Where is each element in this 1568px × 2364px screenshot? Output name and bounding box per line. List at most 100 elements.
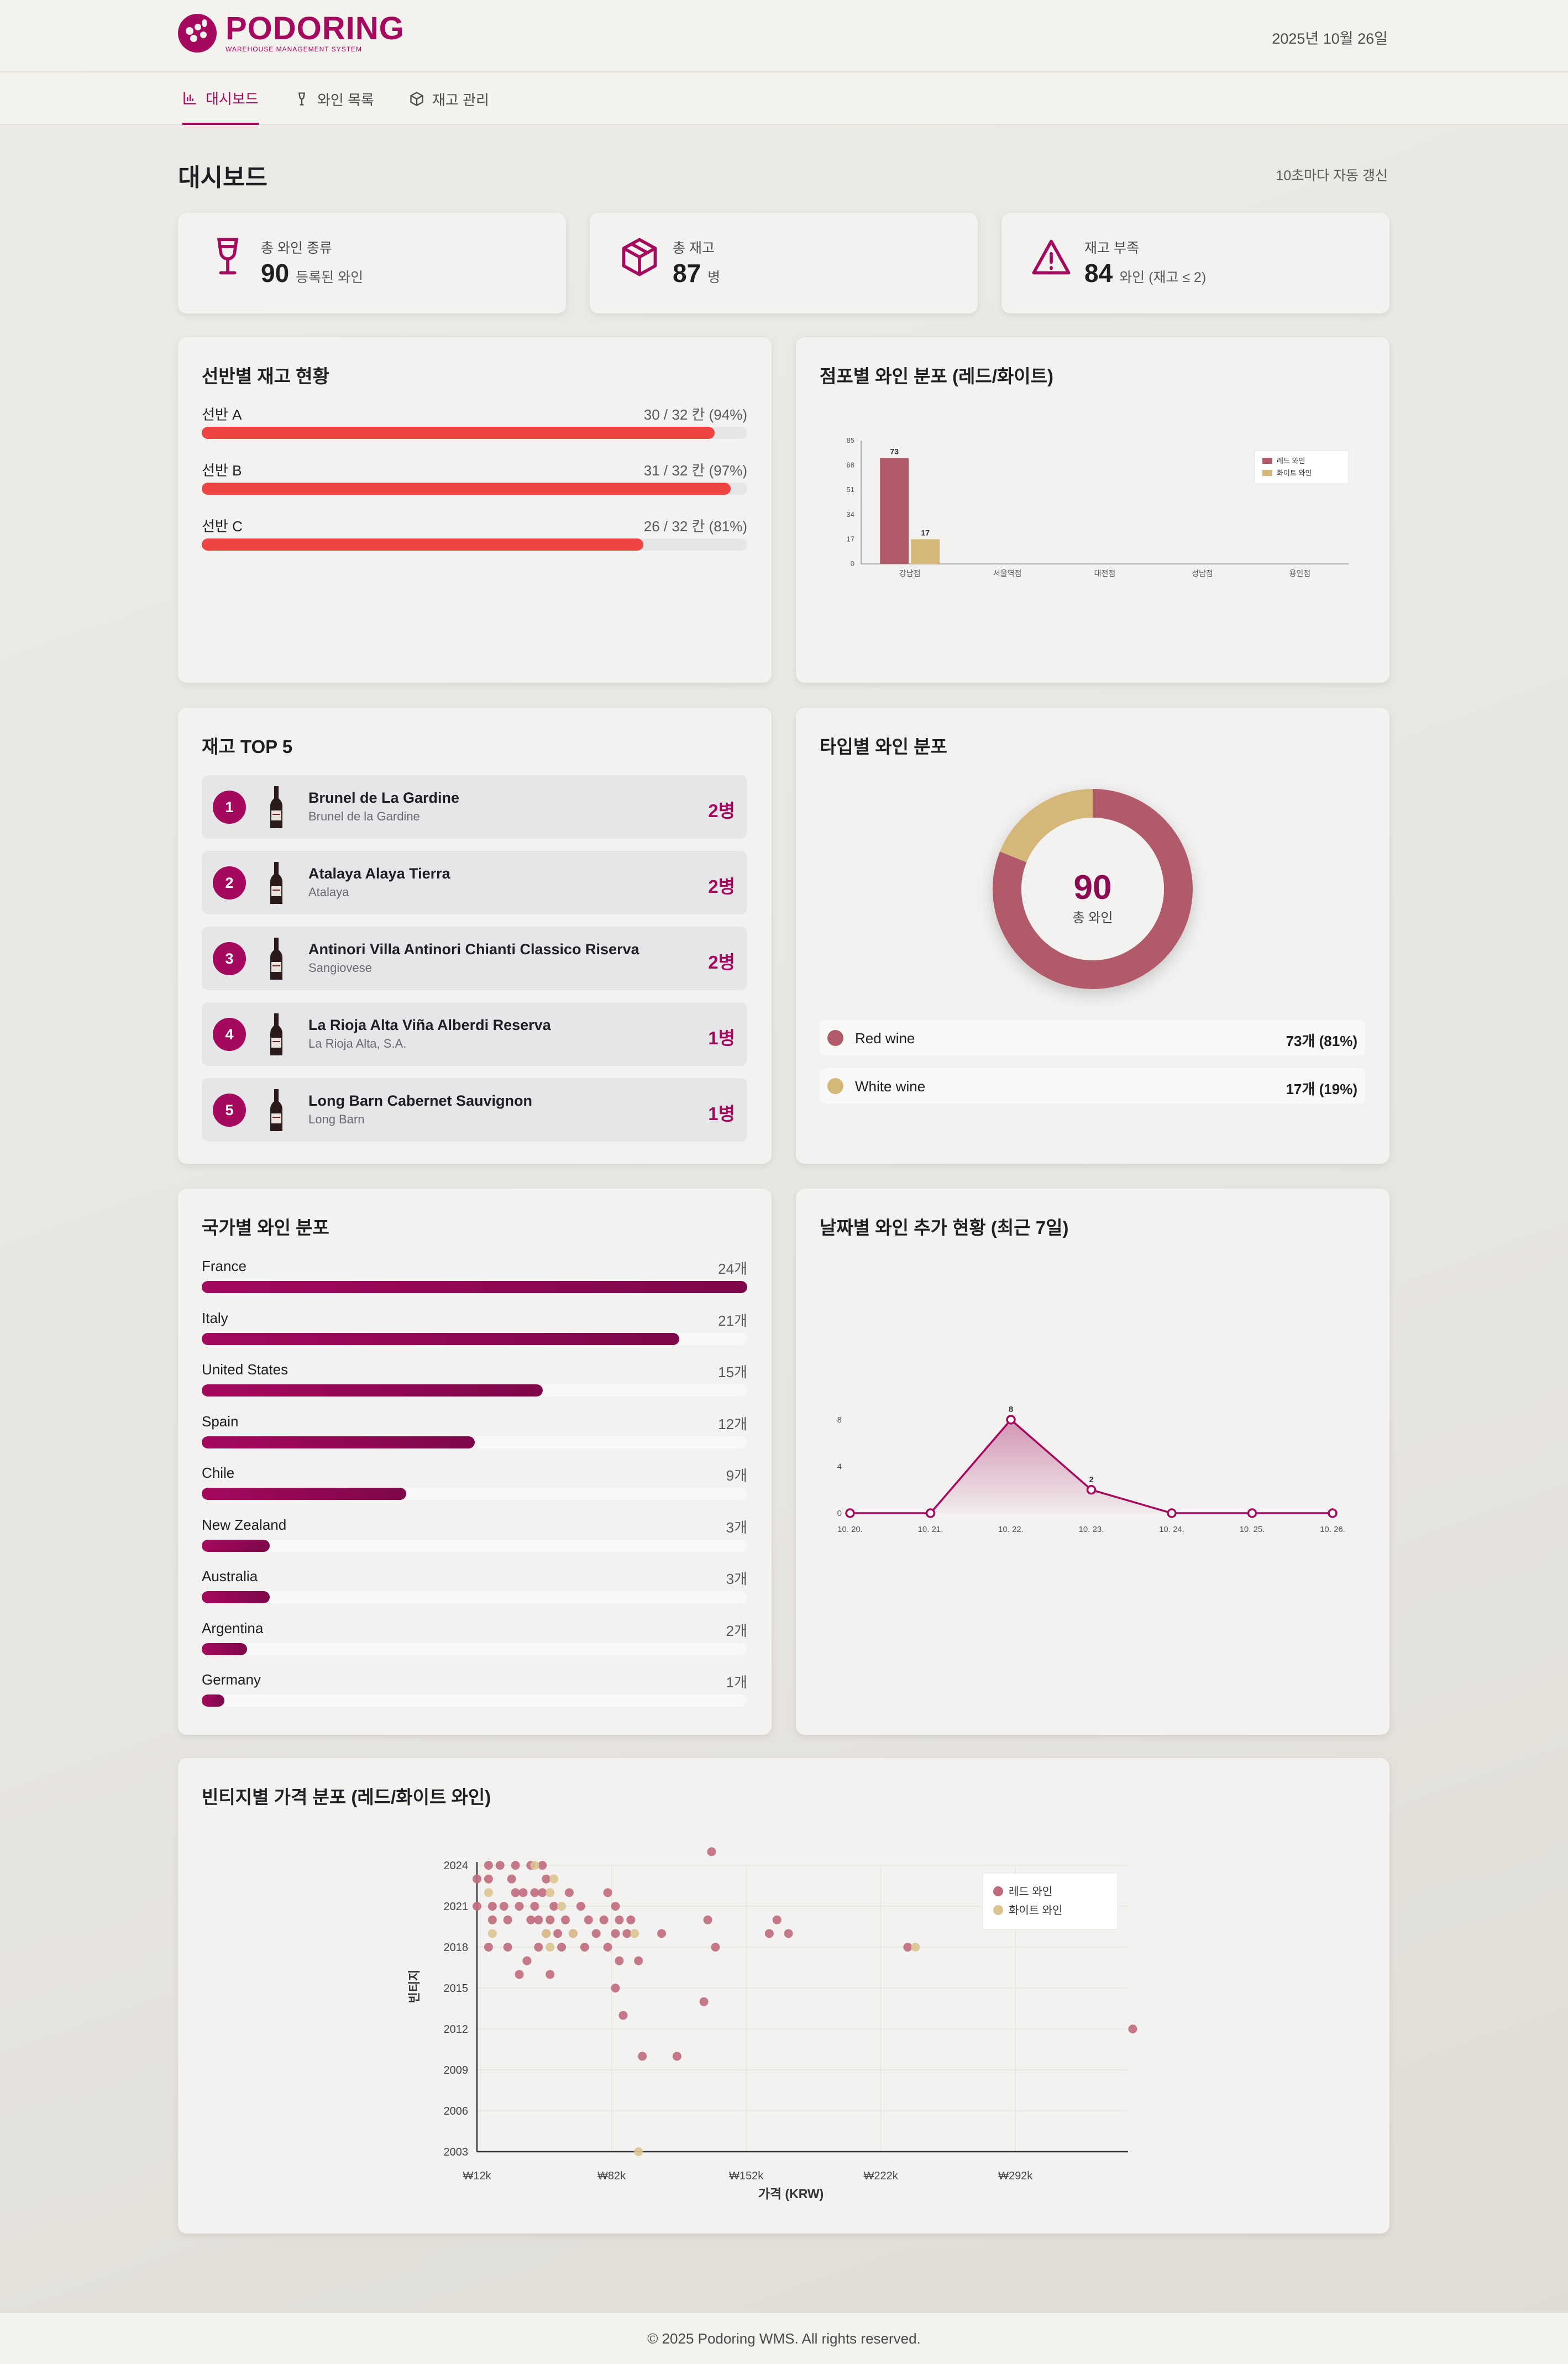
country-bar-track (202, 1332, 747, 1345)
country-row: Argentina 2개 (202, 1619, 747, 1655)
red-wine-point (784, 1929, 793, 1938)
white-wine-point (634, 2147, 643, 2156)
wine-bottle-icon (268, 1088, 285, 1135)
store-bar-chart: 0 17 34 51 68 85 강남점 73 17 서울역점 대전점 성남점 용인점 레드 와인화이트 … (847, 436, 1349, 578)
refresh-note: 10초마다 자동 갱신 (1276, 168, 1388, 184)
red-wine-point (499, 1902, 508, 1911)
x-tick-label: 10. 21. (918, 1525, 943, 1534)
legend-box (1254, 450, 1349, 484)
red-wine-point (495, 1861, 505, 1870)
top5-list-item[interactable]: 5 Long Barn Cabernet Sauvignon Long Barn 1병 (202, 1078, 747, 1142)
x-tick-label: 성남점 (1192, 569, 1213, 578)
shelf-row: 선반 C 26 / 32 칸 (81%) (202, 515, 747, 551)
chart-legend: 레드 와인화이트 와인 (1254, 450, 1349, 484)
shelf-progress-fill (202, 538, 644, 551)
bar-red (880, 458, 909, 564)
card-title: 국가별 와인 분포 (202, 1217, 329, 1238)
card-title: 날짜별 와인 추가 현황 (최근 7일) (820, 1217, 1069, 1238)
red-wine-point (599, 1915, 609, 1924)
top-header: PODORING WAREHOUSE MANAGEMENT SYSTEM 202… (0, 0, 1568, 72)
wine-bottle-icon (268, 861, 285, 908)
country-name: New Zealand (202, 1516, 287, 1533)
main-nav: 대시보드 와인 목록 재고 관리 (0, 73, 1568, 125)
y-axis-label: 빈티지 (407, 1970, 421, 2004)
red-wine-point (511, 1861, 520, 1870)
top5-list-item[interactable]: 3 Antinori Villa Antinori Chianti Classic… (202, 927, 747, 990)
stat-unit: 와인 (재고 ≤ 2) (1119, 270, 1207, 285)
country-row: Germany 1개 (202, 1671, 747, 1707)
shelf-stock-card: 선반별 재고 현황 선반 A 30 / 32 칸 (94%) 선반 B 31 / 32… (178, 337, 772, 683)
top5-card: 재고 TOP 5 1 Brunel de La Gardine Brunel de … (178, 708, 772, 1164)
nav-tab-inventory[interactable]: 재고 관리 (409, 73, 489, 125)
red-wine-point (546, 1970, 555, 1979)
red-wine-point (557, 1943, 567, 1952)
x-tick-label: ₩222k (864, 2170, 899, 2182)
red-wine-point (542, 1874, 551, 1884)
y-tick-label: 2006 (444, 2105, 469, 2117)
country-bar-track (202, 1694, 747, 1707)
card-title: 점포별 와인 분포 (레드/화이트) (820, 366, 1053, 386)
nav-tab-dashboard[interactable]: 대시보드 (182, 73, 259, 125)
x-tick-label: ₩82k (597, 2170, 626, 2182)
box-icon (410, 91, 423, 107)
data-point (1247, 1508, 1257, 1518)
wine-name: Brunel de La Gardine (308, 789, 460, 806)
stat-unit: 병 (707, 270, 721, 285)
red-wine-point (580, 1943, 589, 1952)
country-bar-track (202, 1488, 747, 1500)
red-wine-point (622, 1929, 632, 1938)
y-tick-label: 2018 (444, 1942, 469, 1954)
y-tick-label: 4 (837, 1462, 842, 1472)
white-wine-point (549, 1874, 559, 1884)
wine-quantity: 1병 (708, 1028, 735, 1048)
red-wine-point (518, 1888, 528, 1897)
nav-tab-wine-list[interactable]: 와인 목록 (294, 73, 374, 125)
box-icon (622, 238, 657, 276)
country-bar-fill (202, 1591, 270, 1603)
footer: © 2025 Podoring WMS. All rights reserved… (0, 2312, 1568, 2364)
country-bar-fill (202, 1694, 225, 1707)
white-wine-point (557, 1902, 567, 1911)
red-wine-point (511, 1888, 520, 1897)
country-bar-fill (202, 1281, 747, 1293)
stat-value: 90 (261, 259, 290, 287)
wine-quantity: 2병 (708, 952, 735, 972)
top5-list-item[interactable]: 4 La Rioja Alta Viña Alberdi Reserva La Ri… (202, 1002, 747, 1066)
x-tick-label: 10. 22. (998, 1525, 1024, 1534)
vintage-price-card: 빈티지별 가격 분포 (레드/화이트 와인) 2003 2006 2009 2012 2… (178, 1758, 1389, 2234)
top5-list-item[interactable]: 1 Brunel de La Gardine Brunel de la Gardin… (202, 775, 747, 839)
country-row: New Zealand 3개 (202, 1516, 747, 1552)
y-tick-label: 0 (837, 1509, 842, 1518)
wine-quantity: 1병 (708, 1103, 735, 1124)
bar-white (911, 539, 940, 564)
x-tick-label: 10. 23. (1079, 1525, 1104, 1534)
country-count: 21개 (718, 1312, 747, 1329)
red-wine-point (507, 1874, 516, 1884)
warning-icon (1032, 239, 1071, 275)
country-count: 9개 (726, 1467, 747, 1484)
country-name: Chile (202, 1465, 235, 1481)
country-bar-track (202, 1643, 747, 1655)
red-wine-point (611, 1984, 620, 1992)
top5-list-item[interactable]: 2 Atalaya Alaya Tierra Atalaya 2병 (202, 851, 747, 914)
x-tick-label: 용인점 (1289, 569, 1310, 578)
country-name: Argentina (202, 1619, 264, 1636)
logo[interactable]: PODORING WAREHOUSE MANAGEMENT SYSTEM (178, 13, 405, 53)
red-wine-point (626, 1915, 636, 1924)
white-wine-point (546, 1943, 555, 1952)
shelf-detail: 30 / 32 칸 (94%) (643, 406, 747, 423)
x-axis-label: 가격 (KRW) (758, 2187, 824, 2201)
shelf-progress-fill (202, 483, 731, 495)
x-tick-label: 서울역점 (993, 569, 1022, 578)
nav-tab-label: 재고 관리 (432, 91, 489, 108)
white-wine-point (487, 1929, 497, 1938)
legend-label: 레드 와인 (1277, 457, 1305, 465)
wine-producer: Long Barn (308, 1112, 365, 1126)
data-point (845, 1508, 855, 1518)
red-wine-point (576, 1902, 585, 1911)
wine-name: Long Barn Cabernet Sauvignon (308, 1092, 533, 1109)
stat-card-total-stock: 총 재고 87 병 (590, 213, 978, 313)
wine-producer: Atalaya (308, 885, 349, 899)
shelf-progress-track (202, 483, 747, 495)
white-wine-point (542, 1929, 551, 1938)
